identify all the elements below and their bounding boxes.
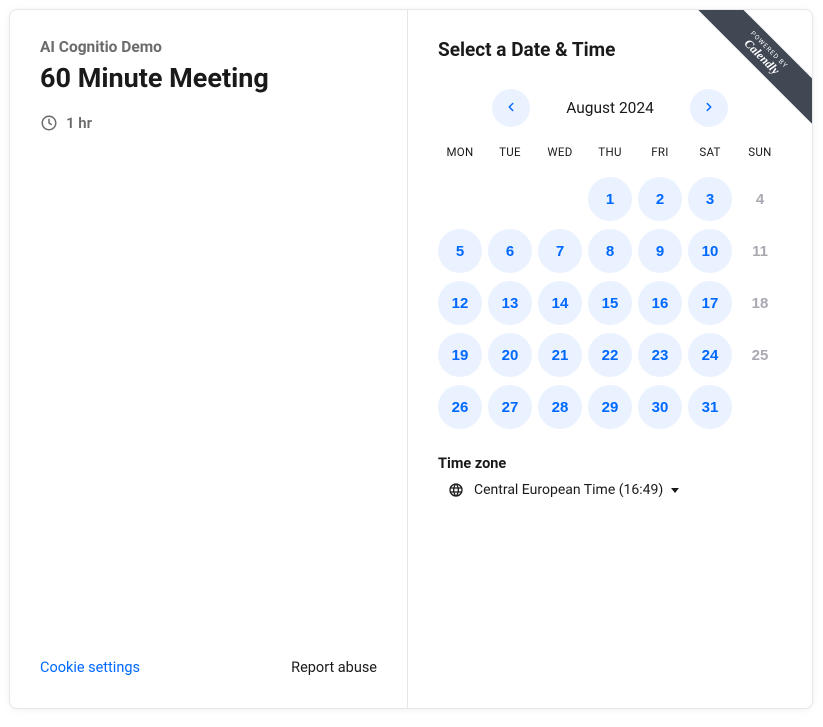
calendar-day-7[interactable]: 7 bbox=[538, 229, 582, 273]
cookie-settings-link[interactable]: Cookie settings bbox=[40, 659, 140, 676]
calendar-day-18: 18 bbox=[738, 281, 782, 325]
calendar-day-25: 25 bbox=[738, 333, 782, 377]
day-of-week-header: WED bbox=[538, 145, 582, 169]
calendar-day-12[interactable]: 12 bbox=[438, 281, 482, 325]
timezone-label: Time zone bbox=[438, 455, 782, 472]
calendar-day-23[interactable]: 23 bbox=[638, 333, 682, 377]
calendar-day-30[interactable]: 30 bbox=[638, 385, 682, 429]
month-label: August 2024 bbox=[566, 99, 654, 117]
details-panel: AI Cognitio Demo 60 Minute Meeting 1 hr … bbox=[10, 10, 408, 708]
chevron-right-icon bbox=[702, 100, 716, 117]
calendar-day-29[interactable]: 29 bbox=[588, 385, 632, 429]
calendar-day-20[interactable]: 20 bbox=[488, 333, 532, 377]
calendar-day-17[interactable]: 17 bbox=[688, 281, 732, 325]
calendar-day-11: 11 bbox=[738, 229, 782, 273]
timezone-selector[interactable]: Central European Time (16:49) bbox=[438, 482, 782, 498]
calendar-day-5[interactable]: 5 bbox=[438, 229, 482, 273]
calendar-day-10[interactable]: 10 bbox=[688, 229, 732, 273]
day-of-week-header: MON bbox=[438, 145, 482, 169]
globe-icon bbox=[448, 482, 464, 498]
calendar-day-19[interactable]: 19 bbox=[438, 333, 482, 377]
day-of-week-header: SUN bbox=[738, 145, 782, 169]
calendar-day-13[interactable]: 13 bbox=[488, 281, 532, 325]
next-month-button[interactable] bbox=[690, 89, 728, 127]
meeting-title: 60 Minute Meeting bbox=[40, 62, 377, 94]
calendar-day-8[interactable]: 8 bbox=[588, 229, 632, 273]
calendar-day-3[interactable]: 3 bbox=[688, 177, 732, 221]
day-of-week-header: TUE bbox=[488, 145, 532, 169]
timezone-value: Central European Time (16:49) bbox=[474, 482, 663, 498]
booking-card: POWERED BY Calendly AI Cognitio Demo 60 … bbox=[9, 9, 813, 709]
clock-icon bbox=[40, 114, 58, 132]
calendar-day-26[interactable]: 26 bbox=[438, 385, 482, 429]
calendar-day-14[interactable]: 14 bbox=[538, 281, 582, 325]
calendar-panel: Select a Date & Time August 2024 MONTUEW… bbox=[408, 10, 812, 708]
calendar-day-21[interactable]: 21 bbox=[538, 333, 582, 377]
duration-row: 1 hr bbox=[40, 114, 377, 132]
calendar-day-24[interactable]: 24 bbox=[688, 333, 732, 377]
report-abuse-link[interactable]: Report abuse bbox=[291, 659, 377, 676]
calendar-day-28[interactable]: 28 bbox=[538, 385, 582, 429]
calendar-day-2[interactable]: 2 bbox=[638, 177, 682, 221]
host-name: AI Cognitio Demo bbox=[40, 38, 377, 56]
calendar-day-27[interactable]: 27 bbox=[488, 385, 532, 429]
prev-month-button[interactable] bbox=[492, 89, 530, 127]
duration-text: 1 hr bbox=[66, 114, 92, 132]
calendar-day-31[interactable]: 31 bbox=[688, 385, 732, 429]
caret-down-icon bbox=[671, 488, 679, 493]
calendar-day-16[interactable]: 16 bbox=[638, 281, 682, 325]
details-footer: Cookie settings Report abuse bbox=[40, 659, 377, 680]
select-heading: Select a Date & Time bbox=[438, 38, 782, 61]
calendar-grid: MONTUEWEDTHUFRISATSUN1234567891011121314… bbox=[438, 145, 782, 429]
calendar-day-22[interactable]: 22 bbox=[588, 333, 632, 377]
day-of-week-header: THU bbox=[588, 145, 632, 169]
chevron-left-icon bbox=[504, 100, 518, 117]
day-of-week-header: SAT bbox=[688, 145, 732, 169]
month-nav: August 2024 bbox=[438, 89, 782, 127]
calendar-day-1[interactable]: 1 bbox=[588, 177, 632, 221]
calendar-day-4: 4 bbox=[738, 177, 782, 221]
calendar-day-15[interactable]: 15 bbox=[588, 281, 632, 325]
day-of-week-header: FRI bbox=[638, 145, 682, 169]
calendar-day-6[interactable]: 6 bbox=[488, 229, 532, 273]
calendar-day-9[interactable]: 9 bbox=[638, 229, 682, 273]
